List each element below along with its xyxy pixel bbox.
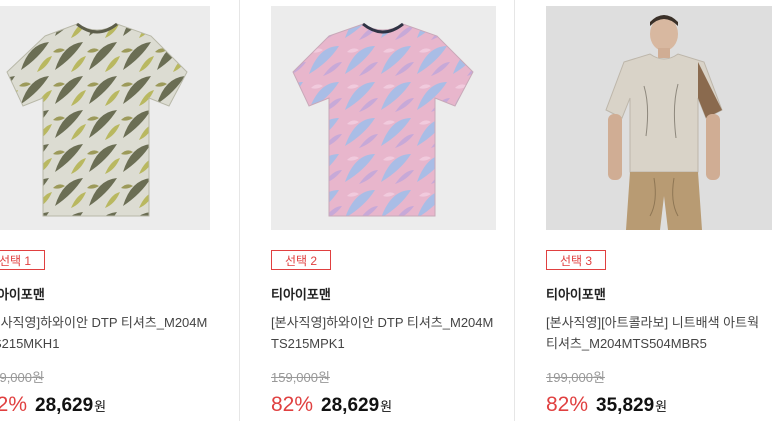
sale-price: 35,829 <box>596 395 655 416</box>
price-row: 82% 35,829원 <box>546 392 667 420</box>
currency-unit: 원 <box>380 399 393 414</box>
product-image-3[interactable] <box>546 6 772 230</box>
product-card-2[interactable]: 선택 2 티아이포맨 [본사직영]하와이안 DTP 티셔츠_M204MTS215… <box>271 0 506 421</box>
select-badge-1[interactable]: 선택 1 <box>0 250 45 270</box>
select-badge-3[interactable]: 선택 3 <box>546 250 606 270</box>
discount-rate: 82% <box>546 393 589 416</box>
brand-name[interactable]: 티아이포맨 <box>271 284 331 303</box>
discount-rate: 82% <box>271 393 314 416</box>
select-badge-2[interactable]: 선택 2 <box>271 250 331 270</box>
currency-unit: 원 <box>655 399 668 414</box>
brand-name[interactable]: 티아이포맨 <box>0 284 45 303</box>
product-card-3[interactable]: 선택 3 티아이포맨 [본사직영][아트콜라보] 니트배색 아트웍 티셔츠_M2… <box>546 0 780 421</box>
original-price: 199,000원 <box>546 370 605 385</box>
product-name[interactable]: [본사직영]하와이안 DTP 티셔츠_M204MTS215MKH1 <box>0 312 213 354</box>
card-divider <box>514 0 515 421</box>
product-name[interactable]: [본사직영]하와이안 DTP 티셔츠_M204MTS215MPK1 <box>271 312 499 354</box>
product-image-2[interactable] <box>271 6 496 230</box>
original-price: 159,000원 <box>271 370 330 385</box>
original-price: 159,000원 <box>0 370 44 385</box>
product-card-1[interactable]: 선택 1 티아이포맨 [본사직영]하와이안 DTP 티셔츠_M204MTS215… <box>0 0 230 421</box>
product-row: 선택 1 티아이포맨 [본사직영]하와이안 DTP 티셔츠_M204MTS215… <box>0 0 780 421</box>
price-row: 82% 28,629원 <box>271 392 392 420</box>
product-image-1[interactable] <box>0 6 210 230</box>
card-divider <box>239 0 240 421</box>
discount-rate: 82% <box>0 393 28 416</box>
product-name[interactable]: [본사직영][아트콜라보] 니트배색 아트웍 티셔츠_M204MTS504MBR… <box>546 312 772 354</box>
brand-name[interactable]: 티아이포맨 <box>546 284 606 303</box>
currency-unit: 원 <box>94 399 107 414</box>
sale-price: 28,629 <box>321 395 380 416</box>
sale-price: 28,629 <box>35 395 94 416</box>
price-row: 82% 28,629원 <box>0 392 106 420</box>
